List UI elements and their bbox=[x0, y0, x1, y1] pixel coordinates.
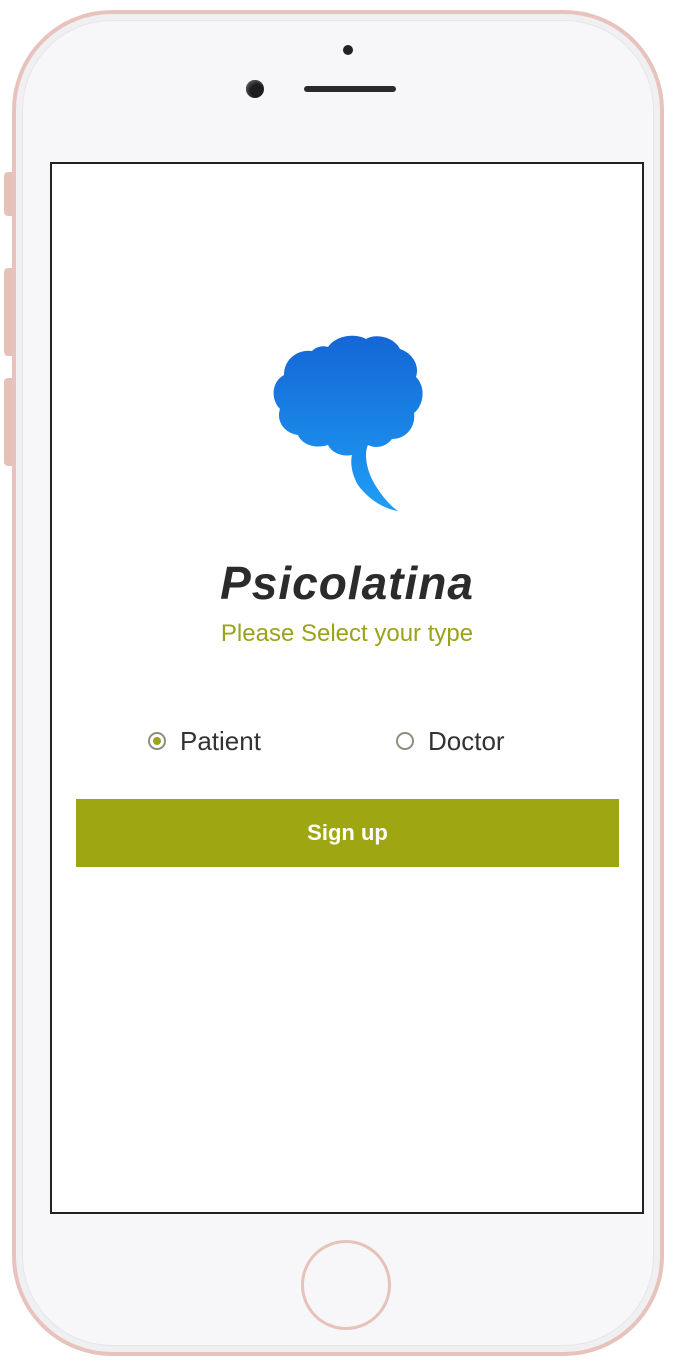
volume-up-button bbox=[4, 268, 12, 356]
app-title: Psicolatina bbox=[220, 557, 474, 609]
radio-selected-icon[interactable] bbox=[148, 732, 166, 750]
radio-label-doctor: Doctor bbox=[428, 725, 505, 756]
mute-switch bbox=[4, 172, 12, 216]
signup-button[interactable]: Sign up bbox=[76, 799, 619, 867]
radio-dot bbox=[153, 737, 161, 745]
home-button[interactable] bbox=[301, 1240, 391, 1330]
app-screen: Psicolatina Please Select your type Pati… bbox=[50, 162, 644, 1214]
proximity-sensor bbox=[343, 45, 353, 55]
radio-option-doctor[interactable]: Doctor bbox=[396, 724, 505, 758]
radio-option-patient[interactable]: Patient bbox=[148, 724, 261, 758]
front-camera bbox=[246, 80, 264, 98]
earpiece-speaker bbox=[304, 86, 396, 92]
volume-down-button bbox=[4, 378, 12, 466]
brain-speech-bubble-icon bbox=[273, 335, 423, 511]
radio-label-patient: Patient bbox=[180, 725, 261, 756]
page-subtitle: Please Select your type bbox=[220, 620, 474, 647]
radio-unselected-icon[interactable] bbox=[396, 732, 414, 750]
